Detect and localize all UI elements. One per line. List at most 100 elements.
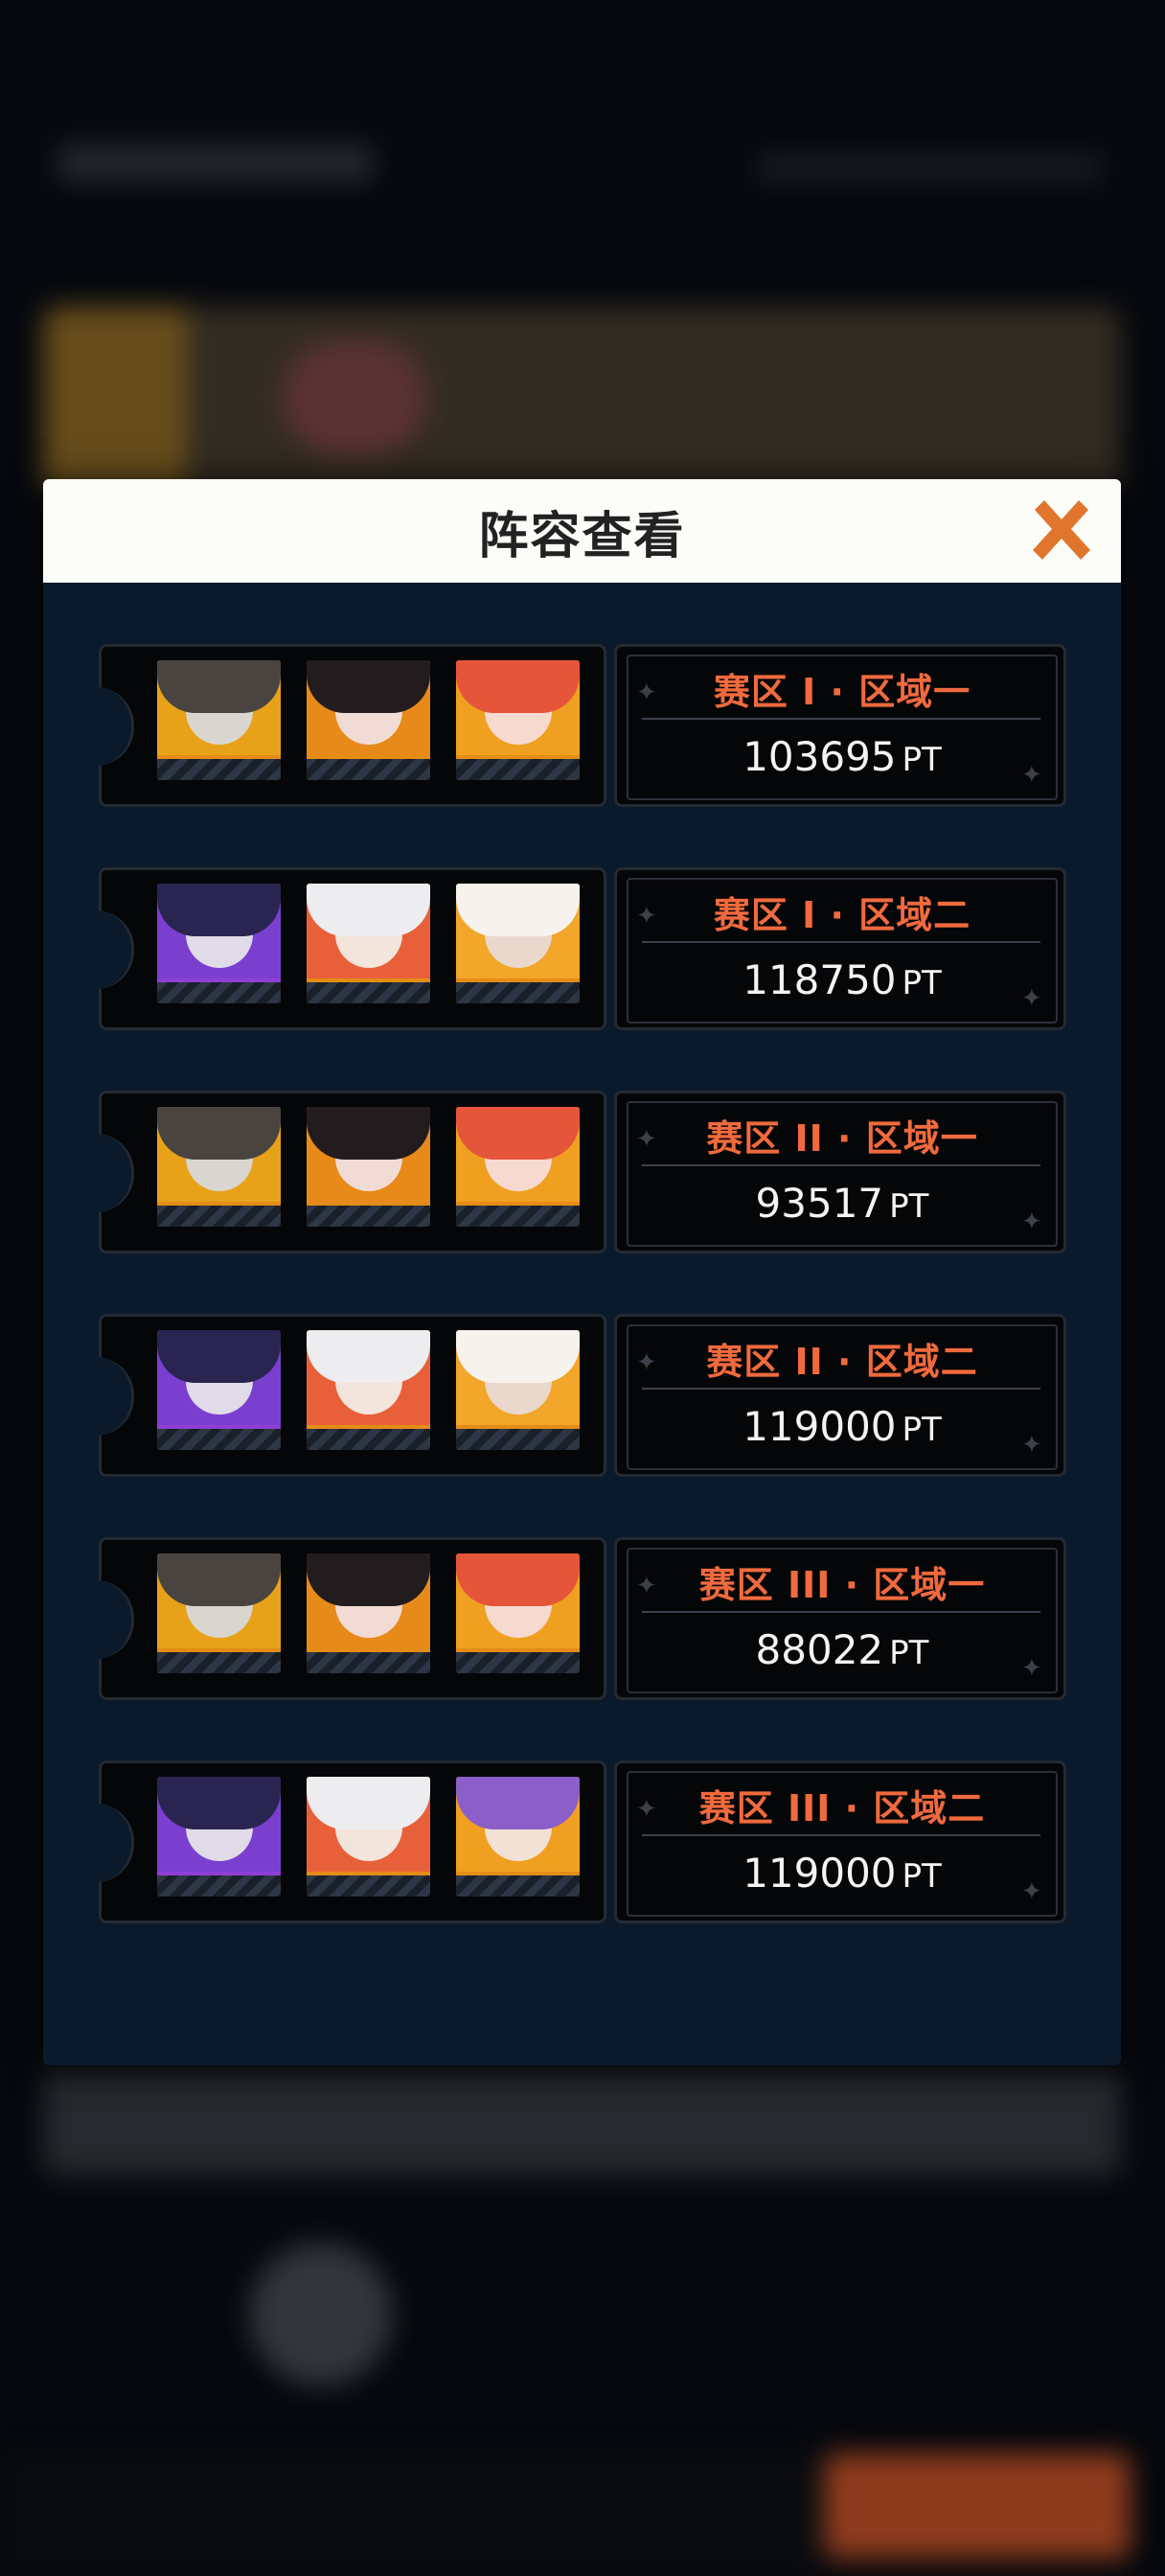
portrait-hair bbox=[456, 1107, 580, 1160]
points-number: 88022 bbox=[755, 1626, 884, 1673]
character-portrait-white-hair-icon[interactable] bbox=[307, 1330, 430, 1450]
portrait-hair bbox=[157, 1553, 281, 1606]
team-ticket bbox=[96, 644, 606, 807]
sparkle-icon: ✦ bbox=[1021, 1208, 1042, 1236]
score-panel: ✦ 赛区 III · 区域一 88022 PT ✦ bbox=[627, 1548, 1058, 1693]
portrait-rarity-stripe bbox=[307, 1202, 430, 1227]
portrait-rarity-stripe bbox=[157, 755, 281, 780]
portrait-hair bbox=[307, 884, 430, 936]
points-number: 103695 bbox=[742, 733, 897, 780]
sparkle-icon: ✦ bbox=[1021, 1877, 1042, 1906]
character-portrait-panda-icon[interactable] bbox=[456, 884, 580, 1003]
score-ticket: ✦ 赛区 III · 区域一 88022 PT ✦ bbox=[614, 1537, 1066, 1700]
ticket-notch bbox=[96, 1580, 134, 1659]
points-value: 119000 PT bbox=[628, 1850, 1056, 1897]
score-ticket: ✦ 赛区 I · 区域一 103695 PT ✦ bbox=[614, 644, 1066, 807]
score-ticket: ✦ 赛区 I · 区域二 118750 PT ✦ bbox=[614, 867, 1066, 1030]
dialog-header: 阵容查看 bbox=[43, 479, 1121, 583]
character-portrait-white-hair-icon[interactable] bbox=[307, 884, 430, 1003]
score-panel: ✦ 赛区 II · 区域二 119000 PT ✦ bbox=[627, 1324, 1058, 1470]
character-portrait-black-hair-icon[interactable] bbox=[307, 660, 430, 780]
points-unit: PT bbox=[889, 1187, 929, 1226]
score-divider bbox=[642, 1164, 1040, 1166]
portrait-hair bbox=[157, 1777, 281, 1829]
points-number: 119000 bbox=[742, 1850, 897, 1897]
lineup-row: ✦ 赛区 II · 区域一 93517 PT ✦ bbox=[96, 1091, 1066, 1254]
portrait-rarity-stripe bbox=[307, 1648, 430, 1673]
character-portrait-black-hair-icon[interactable] bbox=[307, 1107, 430, 1227]
portrait-hair bbox=[307, 1330, 430, 1383]
lineup-row: ✦ 赛区 III · 区域二 119000 PT ✦ bbox=[96, 1760, 1066, 1923]
portrait-rarity-stripe bbox=[307, 755, 430, 780]
points-value: 103695 PT bbox=[628, 733, 1056, 780]
score-panel: ✦ 赛区 I · 区域二 118750 PT ✦ bbox=[627, 878, 1058, 1024]
background-tabs bbox=[757, 153, 1102, 182]
background-bottom-bar bbox=[0, 2453, 824, 2576]
points-unit: PT bbox=[902, 741, 942, 779]
background-action-button bbox=[824, 2453, 1131, 2559]
team-ticket bbox=[96, 1314, 606, 1477]
zone-label: 赛区 III · 区域二 bbox=[698, 1787, 986, 1829]
portrait-rarity-stripe bbox=[157, 1872, 281, 1897]
character-portrait-beret-green-hair-icon[interactable] bbox=[157, 1107, 281, 1227]
character-portrait-witch-hat-icon[interactable] bbox=[456, 1777, 580, 1897]
ticket-notch bbox=[96, 1804, 134, 1882]
character-portrait-red-hair-icon[interactable] bbox=[456, 660, 580, 780]
portrait-hair bbox=[157, 660, 281, 713]
character-portrait-beret-green-hair-icon[interactable] bbox=[157, 1553, 281, 1673]
portrait-rarity-stripe bbox=[456, 1872, 580, 1897]
background-banner bbox=[43, 307, 1121, 494]
score-ticket: ✦ 赛区 III · 区域二 119000 PT ✦ bbox=[614, 1760, 1066, 1923]
ticket-notch bbox=[96, 1134, 134, 1212]
portrait-hair bbox=[157, 1330, 281, 1383]
lineup-view-dialog: 阵容查看 ✦ 赛区 I · 区域一 103695 PT ✦ ✦ 赛区 I · 区域二 1187… bbox=[43, 479, 1121, 2065]
score-divider bbox=[642, 718, 1040, 720]
sparkle-icon: ✦ bbox=[1021, 761, 1042, 790]
score-divider bbox=[642, 1611, 1040, 1613]
ticket-notch bbox=[96, 910, 134, 989]
points-number: 93517 bbox=[755, 1180, 884, 1227]
sparkle-icon: ✦ bbox=[1021, 1654, 1042, 1683]
character-portrait-dark-purple-hair-icon[interactable] bbox=[157, 1777, 281, 1897]
portrait-rarity-stripe bbox=[307, 978, 430, 1003]
portrait-hair bbox=[157, 1107, 281, 1160]
character-portrait-dark-purple-hair-icon[interactable] bbox=[157, 1330, 281, 1450]
team-ticket bbox=[96, 1091, 606, 1254]
lineup-row: ✦ 赛区 II · 区域二 119000 PT ✦ bbox=[96, 1314, 1066, 1477]
portrait-rarity-stripe bbox=[456, 1425, 580, 1450]
character-portrait-red-hair-icon[interactable] bbox=[456, 1107, 580, 1227]
character-portrait-black-hair-icon[interactable] bbox=[307, 1553, 430, 1673]
character-portrait-beret-green-hair-icon[interactable] bbox=[157, 660, 281, 780]
sparkle-icon: ✦ bbox=[1021, 984, 1042, 1013]
background-card bbox=[43, 2070, 1121, 2175]
close-x-icon bbox=[1033, 500, 1090, 560]
zone-label: 赛区 I · 区域一 bbox=[713, 671, 971, 713]
character-portraits bbox=[157, 1330, 580, 1450]
score-divider bbox=[642, 1388, 1040, 1390]
zone-label: 赛区 III · 区域一 bbox=[698, 1564, 986, 1606]
score-divider bbox=[642, 1834, 1040, 1836]
portrait-hair bbox=[456, 884, 580, 936]
score-panel: ✦ 赛区 III · 区域二 119000 PT ✦ bbox=[627, 1771, 1058, 1917]
portrait-rarity-stripe bbox=[456, 1202, 580, 1227]
score-ticket: ✦ 赛区 II · 区域一 93517 PT ✦ bbox=[614, 1091, 1066, 1254]
character-portrait-dark-purple-hair-icon[interactable] bbox=[157, 884, 281, 1003]
character-portrait-white-hair-icon[interactable] bbox=[307, 1777, 430, 1897]
portrait-rarity-stripe bbox=[456, 1648, 580, 1673]
lineup-row: ✦ 赛区 III · 区域一 88022 PT ✦ bbox=[96, 1537, 1066, 1700]
zone-label: 赛区 II · 区域二 bbox=[706, 1341, 978, 1383]
points-value: 118750 PT bbox=[628, 956, 1056, 1003]
portrait-rarity-stripe bbox=[157, 1648, 281, 1673]
lineup-row: ✦ 赛区 I · 区域一 103695 PT ✦ bbox=[96, 644, 1066, 807]
score-panel: ✦ 赛区 I · 区域一 103695 PT ✦ bbox=[627, 655, 1058, 800]
points-unit: PT bbox=[902, 964, 942, 1002]
lineup-row: ✦ 赛区 I · 区域二 118750 PT ✦ bbox=[96, 867, 1066, 1030]
character-portrait-red-hair-icon[interactable] bbox=[456, 1553, 580, 1673]
character-portrait-panda-icon[interactable] bbox=[456, 1330, 580, 1450]
team-ticket bbox=[96, 1760, 606, 1923]
character-portraits bbox=[157, 884, 580, 1003]
portrait-rarity-stripe bbox=[157, 978, 281, 1003]
portrait-hair bbox=[307, 660, 430, 713]
portrait-hair bbox=[456, 660, 580, 713]
close-button[interactable] bbox=[1023, 493, 1100, 569]
